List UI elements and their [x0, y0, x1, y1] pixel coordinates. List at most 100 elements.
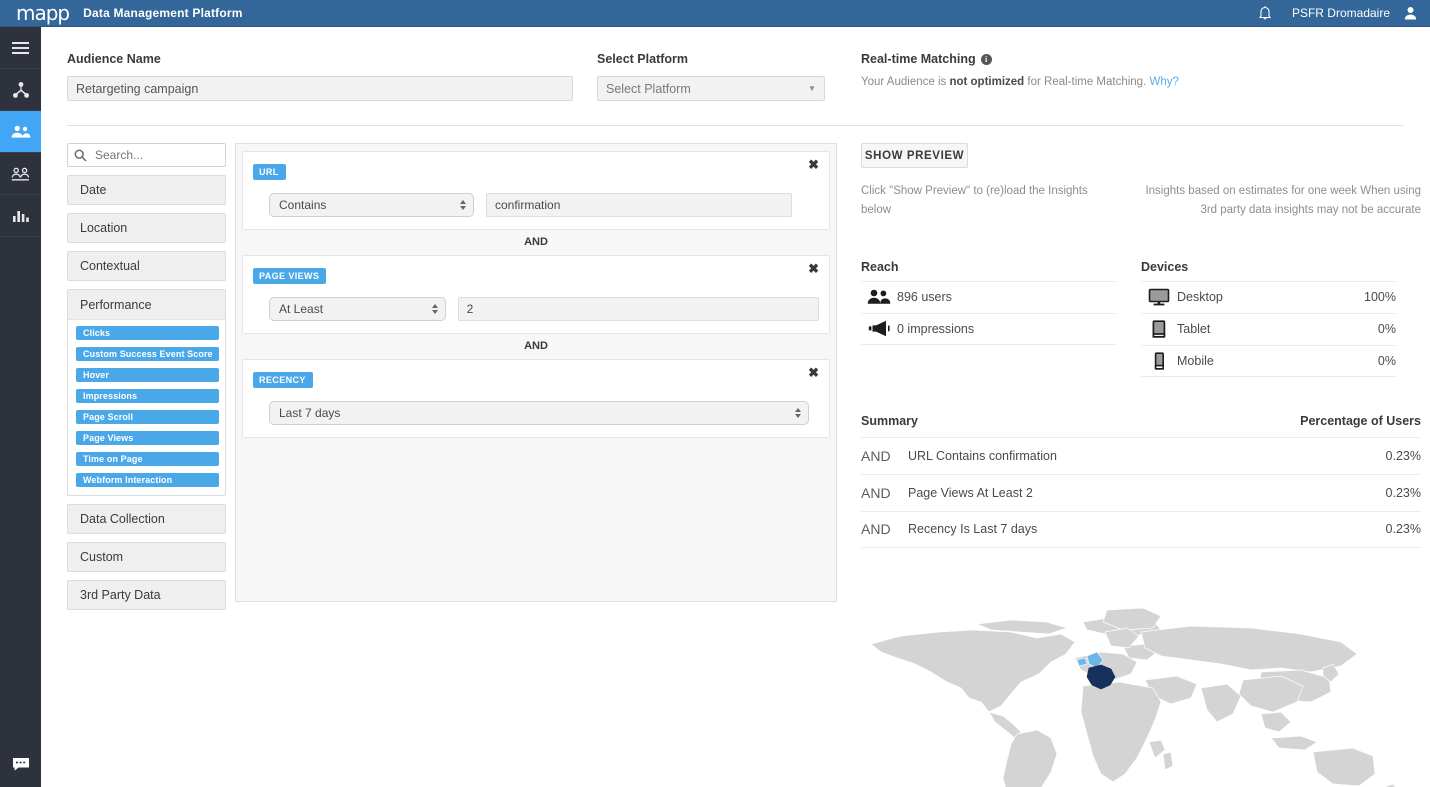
realtime-matching-status: Your Audience is not optimized for Real-…	[861, 76, 1421, 88]
summary-percent-header: Percentage of Users	[1300, 413, 1421, 428]
rule-operator-value: Last 7 days	[279, 406, 341, 420]
rule-value-input-page-views[interactable]: 2	[457, 297, 819, 321]
why-link[interactable]: Why?	[1149, 76, 1178, 88]
stepper-arrows-icon	[460, 200, 466, 210]
bar-chart-icon	[12, 211, 29, 222]
sidebar-item-segments[interactable]	[0, 153, 41, 194]
reach-block: Reach 896 users 0 impressions	[861, 260, 1116, 377]
search-icon	[74, 149, 87, 162]
platform-select-value: Select Platform	[606, 81, 691, 96]
bell-icon[interactable]	[1248, 0, 1282, 27]
and-connector: AND	[524, 340, 548, 352]
rtm-prefix: Your Audience is	[861, 76, 950, 88]
mapp-logo: mapp	[16, 1, 70, 25]
rule-operator-value: Contains	[279, 198, 327, 212]
rail-divider	[0, 236, 41, 237]
category-location[interactable]: Location	[67, 213, 226, 243]
category-contextual[interactable]: Contextual	[67, 251, 226, 281]
rule-operator-value: At Least	[279, 302, 324, 316]
summary-text: Recency Is Last 7 days	[908, 522, 1038, 537]
insights-notes: Click "Show Preview" to (re)load the Ins…	[861, 182, 1421, 220]
top-header-bar: mapp Data Management Platform PSFR Droma…	[0, 0, 1430, 27]
rule-builder-canvas[interactable]: URL ✖ Contains confirmation AND PAGE VIE…	[235, 143, 837, 602]
audience-name-label: Audience Name	[67, 52, 161, 66]
megaphone-icon	[861, 320, 897, 337]
stepper-arrows-icon	[795, 408, 801, 418]
info-icon[interactable]: i	[980, 53, 992, 65]
chevron-down-icon: ▼	[808, 84, 816, 93]
summary-block: Summary Percentage of Users AND URL Cont…	[861, 414, 1421, 548]
rule-value-input-url[interactable]: confirmation	[486, 193, 792, 217]
rtm-emphasis: not optimized	[949, 76, 1025, 88]
devices-block: Devices Desktop 100% Tablet 0% Mobile 0%	[1141, 260, 1396, 377]
device-row-tablet: Tablet 0%	[1141, 312, 1396, 345]
and-connector: AND	[524, 236, 548, 248]
attribute-webform-interaction[interactable]: Webform Interaction	[76, 473, 219, 487]
rule-card-recency: RECENCY ✖ Last 7 days	[242, 359, 830, 438]
rule-operator-select-recency[interactable]: Last 7 days	[269, 401, 809, 425]
dmp-app: mapp Data Management Platform PSFR Droma…	[0, 0, 1430, 787]
people-filled-icon	[11, 125, 30, 138]
world-map-svg	[870, 607, 1396, 787]
attribute-impressions[interactable]: Impressions	[76, 389, 219, 403]
left-nav-rail	[0, 27, 41, 787]
show-preview-button[interactable]: SHOW PREVIEW	[861, 143, 968, 168]
user-name[interactable]: PSFR Dromadaire	[1292, 6, 1390, 20]
rule-body: Contains confirmation	[253, 193, 819, 217]
select-platform-block: Select Platform Select Platform ▼	[597, 52, 825, 101]
user-icon[interactable]	[1400, 0, 1420, 27]
category-custom[interactable]: Custom	[67, 542, 226, 572]
search-box[interactable]	[67, 143, 226, 167]
header-divider	[67, 125, 1404, 126]
performance-attribute-list: Clicks Custom Success Event Score Hover …	[68, 320, 225, 495]
rule-tag-label: RECENCY	[253, 372, 313, 388]
audience-name-block: Audience Name	[67, 52, 573, 101]
sidebar-item-reports[interactable]	[0, 195, 41, 236]
summary-percentage: 0.23%	[1385, 448, 1421, 463]
rule-operator-select-page-views[interactable]: At Least	[269, 297, 446, 321]
hamburger-icon	[12, 41, 29, 54]
category-label: Date	[80, 183, 107, 197]
rule-card-page-views: PAGE VIEWS ✖ At Least 2	[242, 255, 830, 334]
select-platform-label: Select Platform	[597, 52, 689, 66]
category-label: Data Collection	[80, 512, 165, 526]
sidebar-item-menu-toggle[interactable]	[0, 27, 41, 68]
search-input[interactable]	[93, 147, 218, 163]
device-row-desktop: Desktop 100%	[1141, 280, 1396, 313]
rule-card-url: URL ✖ Contains confirmation	[242, 151, 830, 230]
rule-operator-select-url[interactable]: Contains	[269, 193, 474, 217]
summary-header: Summary Percentage of Users	[861, 414, 1421, 437]
attribute-clicks[interactable]: Clicks	[76, 326, 219, 340]
reach-row-impressions: 0 impressions	[861, 312, 1116, 345]
attribute-page-scroll[interactable]: Page Scroll	[76, 410, 219, 424]
category-date[interactable]: Date	[67, 175, 226, 205]
sidebar-item-chat[interactable]	[0, 744, 41, 785]
rtm-suffix: for Real-time Matching.	[1024, 76, 1150, 88]
insights-disclaimer-text: Insights based on estimates for one week…	[1145, 185, 1421, 216]
sidebar-item-audiences[interactable]	[0, 111, 41, 152]
close-icon[interactable]: ✖	[808, 262, 819, 275]
category-performance[interactable]: Performance	[68, 290, 225, 320]
realtime-matching-title: Real-time Matching i	[861, 52, 1421, 66]
category-3rd-party-data[interactable]: 3rd Party Data	[67, 580, 226, 610]
attribute-page-views[interactable]: Page Views	[76, 431, 219, 445]
header-right-group: PSFR Dromadaire	[1248, 0, 1430, 27]
close-icon[interactable]: ✖	[808, 158, 819, 171]
people-group-icon	[861, 289, 897, 305]
category-data-collection[interactable]: Data Collection	[67, 504, 226, 534]
attribute-hover[interactable]: Hover	[76, 368, 219, 382]
close-icon[interactable]: ✖	[808, 366, 819, 379]
platform-select[interactable]: Select Platform ▼	[597, 76, 825, 101]
summary-operator: AND	[861, 447, 891, 464]
device-value: 0%	[1377, 353, 1396, 368]
summary-title: Summary	[861, 413, 918, 428]
device-value: 100%	[1364, 290, 1396, 305]
attribute-custom-success-event-score[interactable]: Custom Success Event Score	[76, 347, 219, 361]
summary-text: URL Contains confirmation	[908, 448, 1057, 463]
reach-impressions-label: 0 impressions	[897, 321, 975, 336]
sidebar-item-connections[interactable]	[0, 69, 41, 110]
desktop-icon	[1141, 288, 1177, 306]
attribute-time-on-page[interactable]: Time on Page	[76, 452, 219, 466]
audience-name-input[interactable]	[67, 76, 573, 101]
tablet-icon	[1141, 320, 1177, 339]
